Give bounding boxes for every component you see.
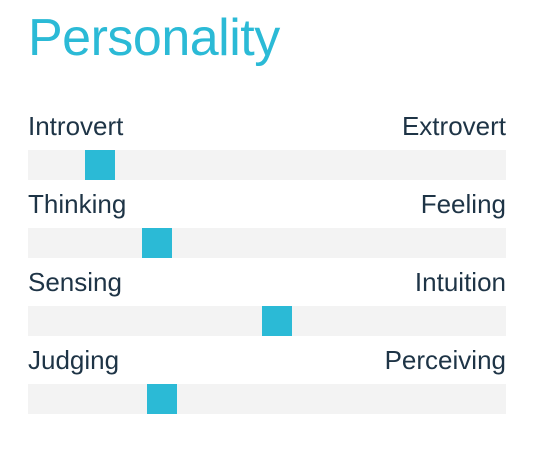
trait-track bbox=[28, 228, 506, 258]
trait-thinking-feeling: Thinking Feeling bbox=[28, 184, 506, 262]
trait-marker bbox=[142, 228, 172, 258]
trait-labels: Introvert Extrovert bbox=[28, 106, 506, 146]
trait-introvert-extrovert: Introvert Extrovert bbox=[28, 106, 506, 184]
trait-right-label: Perceiving bbox=[384, 345, 506, 375]
trait-track bbox=[28, 150, 506, 180]
trait-sensing-intuition: Sensing Intuition bbox=[28, 262, 506, 340]
trait-left-label: Thinking bbox=[28, 189, 127, 219]
trait-track bbox=[28, 384, 506, 414]
trait-left-label: Introvert bbox=[28, 111, 124, 141]
trait-right-label: Extrovert bbox=[401, 111, 506, 141]
trait-labels: Thinking Feeling bbox=[28, 184, 506, 224]
trait-judging-perceiving: Judging Perceiving bbox=[28, 340, 506, 418]
page-title: Personality bbox=[28, 9, 280, 67]
trait-right-label: Intuition bbox=[414, 267, 506, 297]
trait-left-label: Sensing bbox=[28, 267, 122, 297]
trait-marker bbox=[147, 384, 177, 414]
trait-labels: Sensing Intuition bbox=[28, 262, 506, 302]
trait-marker bbox=[262, 306, 292, 336]
trait-track bbox=[28, 306, 506, 336]
trait-marker bbox=[85, 150, 115, 180]
trait-right-label: Feeling bbox=[420, 189, 506, 219]
trait-labels: Judging Perceiving bbox=[28, 340, 506, 380]
trait-left-label: Judging bbox=[28, 345, 120, 375]
